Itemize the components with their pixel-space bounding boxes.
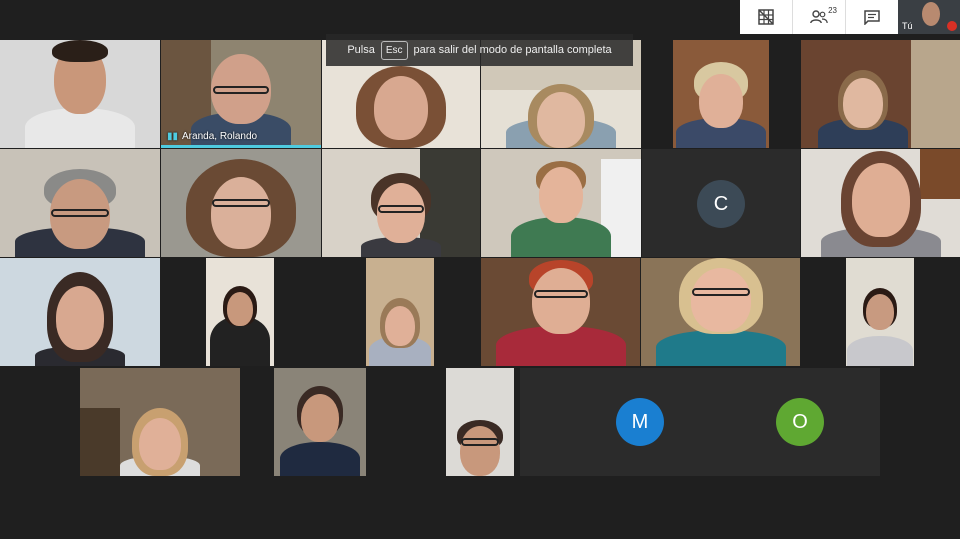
participant-face (56, 286, 104, 350)
glasses (533, 290, 588, 298)
participant-face (385, 306, 415, 346)
video-tile[interactable]: ▮▮ Aranda, Rolando (161, 40, 321, 148)
participant-face (866, 294, 894, 330)
participant-figure (847, 336, 913, 366)
self-label: Tú (902, 21, 913, 31)
video-tile-off[interactable]: C (642, 149, 800, 257)
avatar: M (616, 398, 664, 446)
glasses (691, 288, 750, 296)
avatar-letter: C (713, 192, 729, 215)
video-tile[interactable] (0, 40, 160, 148)
avatar-letter: M (631, 410, 649, 433)
hint-prefix: Pulsa (347, 44, 375, 56)
participant-name: Aranda, Rolando (182, 131, 258, 142)
participant-figure (511, 217, 611, 257)
video-tile-off[interactable]: O (720, 368, 880, 476)
video-tile[interactable] (481, 149, 641, 257)
participant-face (139, 418, 181, 470)
hint-suffix: para salir del modo de pantalla completa (413, 44, 612, 56)
video-tile[interactable] (80, 368, 240, 476)
camera-feed (206, 258, 274, 366)
video-tile[interactable] (0, 149, 160, 257)
video-tile[interactable] (161, 149, 321, 257)
video-tile[interactable] (801, 149, 960, 257)
video-tile[interactable] (322, 149, 480, 257)
participant-figure (280, 442, 360, 476)
avatar: C (697, 180, 745, 228)
avatar: O (776, 398, 824, 446)
people-icon (810, 10, 828, 24)
video-tile[interactable] (446, 368, 514, 476)
participant-face (539, 167, 583, 223)
participant-face (690, 268, 751, 332)
video-tile[interactable] (642, 40, 800, 148)
participant-figure (655, 330, 786, 366)
chat-button[interactable] (846, 0, 898, 34)
participant-face (227, 292, 253, 326)
participant-face (211, 177, 271, 249)
camera-feed (673, 40, 769, 148)
participant-face (460, 426, 500, 476)
glasses (461, 438, 499, 446)
glasses (212, 199, 270, 207)
mic-muted-icon (947, 21, 957, 31)
video-tile[interactable] (481, 258, 640, 366)
self-face (922, 2, 940, 26)
avatar-letter: O (792, 410, 808, 433)
painting (920, 149, 960, 199)
self-view-tile[interactable]: Tú (898, 0, 960, 34)
participant-figure (25, 108, 135, 148)
audio-level-icon: ▮▮ (167, 131, 179, 142)
glasses (51, 209, 109, 217)
active-speaker-border (161, 145, 321, 148)
participants-count: 23 (828, 6, 837, 15)
fullscreen-exit-hint: Pulsa Esc para salir del modo de pantall… (326, 34, 633, 66)
participant-face (699, 74, 743, 128)
video-tile[interactable] (366, 258, 434, 366)
chat-icon (864, 9, 880, 25)
participant-name-tag: ▮▮ Aranda, Rolando (167, 131, 257, 142)
video-tile[interactable] (0, 258, 160, 366)
participant-face (377, 183, 425, 243)
participant-hair (52, 40, 108, 62)
participant-face (531, 268, 590, 334)
glasses (213, 86, 269, 94)
participant-face (851, 163, 910, 237)
participant-face (301, 394, 339, 442)
glasses (378, 205, 424, 213)
video-tile[interactable] (801, 40, 960, 148)
video-tile[interactable] (161, 258, 274, 366)
participant-face (374, 76, 428, 140)
grid-off-icon (758, 9, 774, 25)
video-tile[interactable] (641, 258, 800, 366)
participants-button[interactable]: 23 (793, 0, 845, 34)
layout-button[interactable] (740, 0, 792, 34)
video-tile[interactable] (274, 368, 366, 476)
bookshelf (80, 408, 120, 476)
video-tile[interactable] (846, 258, 914, 366)
esc-key: Esc (380, 40, 408, 60)
video-tile-off[interactable]: M (520, 368, 720, 476)
participant-face (537, 92, 585, 148)
participant-face (843, 78, 883, 128)
